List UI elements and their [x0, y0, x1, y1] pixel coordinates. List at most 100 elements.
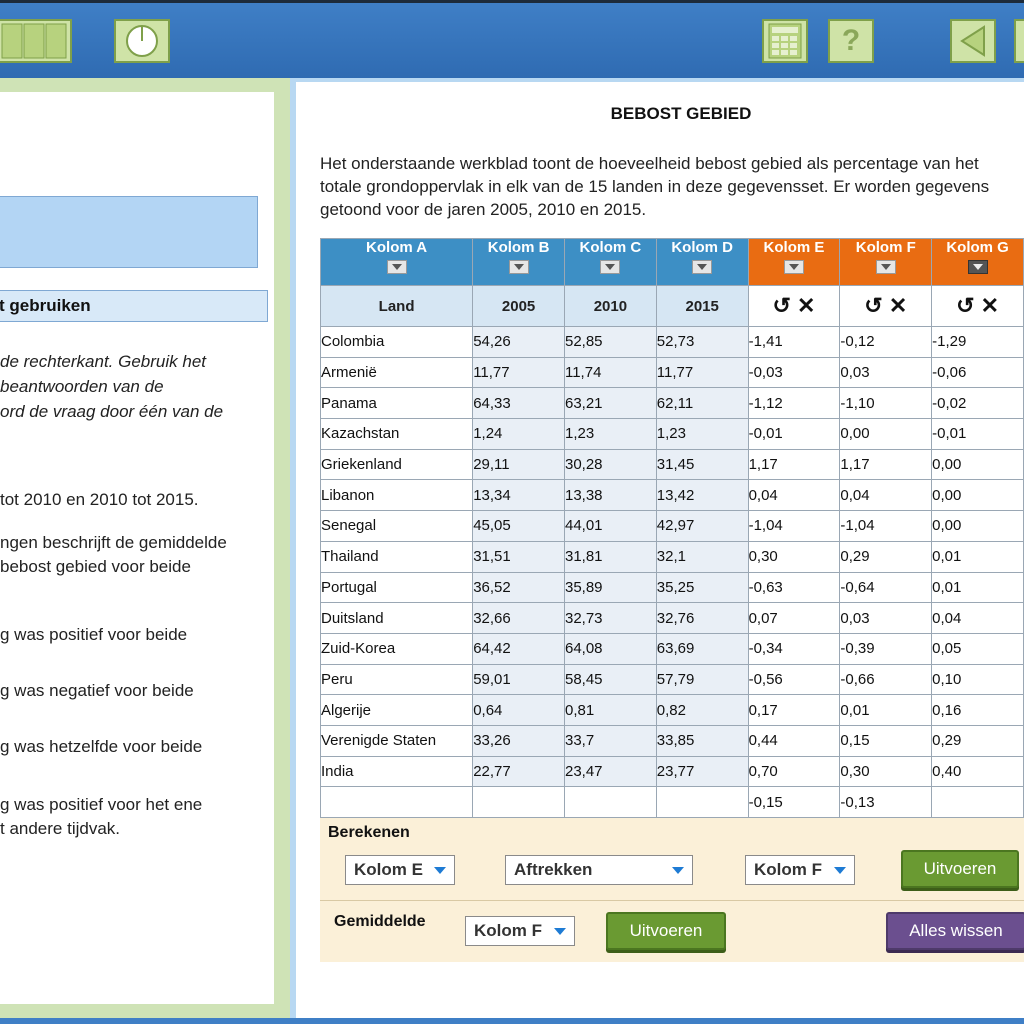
value-cell: 42,97 [655, 510, 749, 542]
average-row: -0,15 -0,13 [319, 786, 1024, 818]
calculator-icon[interactable] [762, 19, 808, 63]
value-cell: 54,26 [472, 326, 565, 358]
worksheet-table: Kolom A Kolom B Kolom C Kolom D Kolom E Kolom… [319, 238, 1024, 818]
operand1-select[interactable]: Kolom E [345, 855, 455, 885]
value-cell: -0,56 [747, 663, 841, 696]
column-header[interactable]: Kolom D [655, 238, 749, 286]
value-cell: 35,89 [563, 571, 657, 604]
average-cell [472, 786, 565, 818]
value-cell: 0,16 [931, 694, 1024, 726]
value-cell: 1,24 [472, 418, 565, 450]
country-cell: Griekenland [319, 448, 474, 481]
country-cell: India [319, 755, 474, 788]
clear-all-button[interactable]: Alles wissen [886, 912, 1024, 950]
question-line: bebost gebied voor beide [0, 557, 191, 576]
next-button-partial[interactable] [1014, 19, 1024, 63]
column-header[interactable]: Kolom B [472, 238, 565, 286]
column-subheader: 2005 [472, 285, 565, 327]
execute-button[interactable]: Uitvoeren [901, 850, 1019, 888]
value-cell: -1,04 [839, 510, 933, 542]
close-icon[interactable]: ✕ [883, 293, 907, 318]
value-cell: -0,01 [931, 418, 1024, 450]
value-cell: -1,29 [931, 326, 1024, 358]
chevron-down-icon [434, 867, 446, 874]
value-cell: -0,06 [931, 356, 1024, 389]
country-cell: Armenië [319, 356, 474, 389]
chevron-down-icon[interactable] [386, 260, 407, 274]
timer-icon[interactable] [114, 19, 170, 63]
table-row: Senegal 45,05 44,01 42,97 -1,04 -1,04 0,00 [319, 510, 1024, 542]
value-cell: 23,77 [655, 755, 749, 788]
grid-panel-icon[interactable] [0, 19, 72, 63]
undo-icon[interactable]: ↺ [864, 293, 882, 318]
chevron-down-icon[interactable] [967, 260, 988, 274]
period-text: tot 2010 en 2010 tot 2015. [0, 490, 199, 509]
value-cell: 1,23 [655, 418, 749, 450]
value-cell: -0,39 [839, 632, 933, 665]
operand2-select[interactable]: Kolom F [745, 855, 855, 885]
close-icon[interactable]: ✕ [975, 293, 999, 318]
chevron-down-icon[interactable] [783, 260, 804, 274]
table-row: Verenigde Staten 33,26 33,7 33,85 0,44 0,15 0,… [319, 724, 1024, 757]
operation-select[interactable]: Aftrekken [505, 855, 693, 885]
table-row: Libanon 13,34 13,38 13,42 0,04 0,04 0,00 [319, 479, 1024, 512]
value-cell: -1,41 [747, 326, 841, 358]
value-cell: 1,17 [747, 448, 841, 481]
answer-option[interactable]: g was hetzelfde voor beide [0, 735, 202, 759]
table-row: Thailand 31,51 31,81 32,1 0,30 0,29 0,01 [319, 540, 1024, 573]
average-column-select[interactable]: Kolom F [465, 916, 575, 946]
value-cell: -1,04 [747, 510, 841, 542]
value-cell: 0,04 [747, 479, 841, 512]
column-subheader: 2010 [563, 285, 657, 327]
undo-icon[interactable]: ↺ [772, 293, 790, 318]
column-header[interactable]: Kolom E [747, 238, 841, 286]
value-cell: 36,52 [472, 571, 565, 604]
value-cell: -0,63 [747, 571, 841, 604]
column-header[interactable]: Kolom C [563, 238, 657, 286]
value-cell: -0,02 [931, 387, 1024, 420]
country-cell: Panama [319, 387, 474, 420]
column-header-label: Kolom D [671, 239, 734, 256]
column-header[interactable]: Kolom A [319, 238, 474, 286]
value-cell: 0,00 [931, 510, 1024, 542]
column-subheader: 2015 [655, 285, 749, 327]
close-icon[interactable]: ✕ [791, 293, 815, 318]
value-cell: 31,51 [472, 540, 565, 573]
value-cell: 33,26 [472, 724, 565, 757]
value-cell: 31,81 [563, 540, 657, 573]
help-icon[interactable]: ? [828, 19, 874, 63]
value-cell: 1,23 [563, 418, 657, 450]
value-cell: 64,42 [472, 632, 565, 665]
value-cell: 30,28 [563, 448, 657, 481]
value-cell: 0,00 [931, 448, 1024, 481]
answer-option[interactable]: g was positief voor beide [0, 623, 187, 647]
value-cell: 57,79 [655, 663, 749, 696]
left-info-box [0, 196, 258, 268]
undo-icon[interactable]: ↺ [956, 293, 974, 318]
chevron-down-icon[interactable] [600, 260, 621, 274]
table-row: Peru 59,01 58,45 57,79 -0,56 -0,66 0,10 [319, 663, 1024, 696]
column-header[interactable]: Kolom F [839, 238, 933, 286]
column-header-label: Kolom G [946, 239, 1009, 256]
back-arrow-icon[interactable] [950, 19, 996, 63]
column-header[interactable]: Kolom G [931, 238, 1024, 286]
average-execute-button[interactable]: Uitvoeren [606, 912, 726, 950]
value-cell: 32,73 [563, 602, 657, 634]
value-cell: -0,01 [747, 418, 841, 450]
answer-option[interactable]: g was negatief voor beide [0, 679, 194, 703]
value-cell: 33,7 [563, 724, 657, 757]
country-cell: Libanon [319, 479, 474, 512]
left-panel-content: t gebruiken de rechterkant. Gebruik het … [0, 92, 274, 1004]
instruction-line: beantwoorden van de [0, 377, 164, 396]
answer-option[interactable]: g was positief voor het ene [0, 793, 202, 817]
value-cell: 0,30 [839, 755, 933, 788]
chevron-down-icon[interactable] [508, 260, 529, 274]
value-cell: 0,29 [931, 724, 1024, 757]
answer-option-cont: t andere tijdvak. [0, 819, 121, 838]
table-row: Colombia 54,26 52,85 52,73 -1,41 -0,12 -1,29 [319, 326, 1024, 358]
chevron-down-icon[interactable] [875, 260, 896, 274]
chevron-down-icon[interactable] [692, 260, 713, 274]
country-cell: Colombia [319, 326, 474, 358]
value-cell: 0,82 [655, 694, 749, 726]
country-cell: Kazachstan [319, 418, 474, 450]
